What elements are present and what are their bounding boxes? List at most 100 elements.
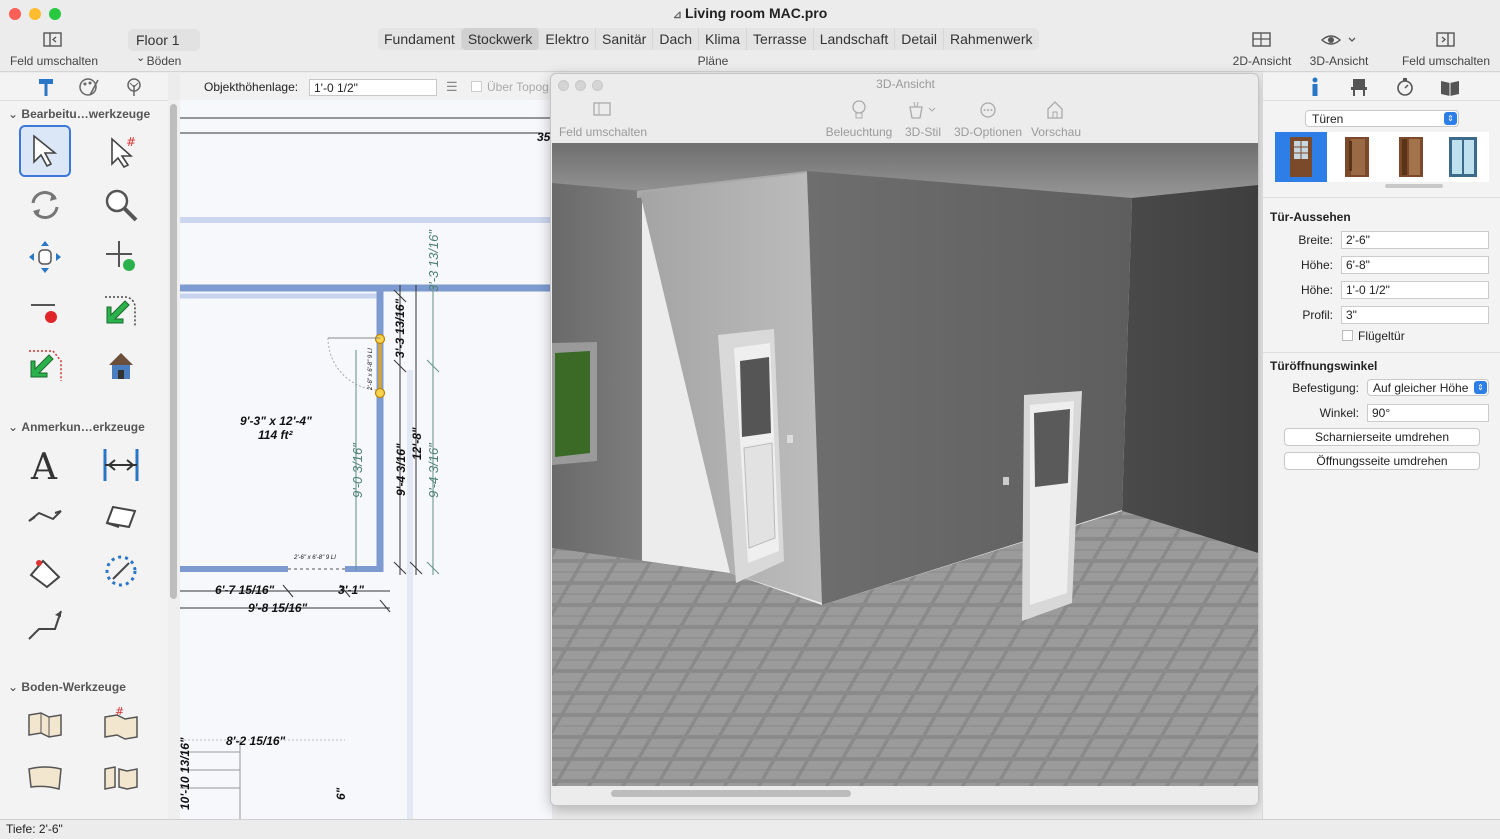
- dim-v5: 12'-8": [410, 427, 424, 460]
- delete-point-tool[interactable]: [19, 285, 71, 337]
- height-label: Objekthöhenlage:: [204, 80, 299, 94]
- door-thumb-4[interactable]: [1437, 132, 1489, 185]
- 3d-toggle-label[interactable]: Feld umschalten: [555, 125, 651, 139]
- tab-elektro[interactable]: Elektro: [539, 28, 596, 50]
- height-input[interactable]: 6'-8": [1341, 256, 1489, 274]
- callout-tool[interactable]: [95, 491, 147, 543]
- options-icon[interactable]: [980, 102, 996, 121]
- book-icon[interactable]: [1439, 77, 1461, 100]
- 2d-view-label[interactable]: 2D-Ansicht: [1225, 54, 1299, 68]
- dimension-tool[interactable]: [95, 439, 147, 491]
- section-annotation-tools[interactable]: ⌄ Anmerkun…erkzeuge: [8, 420, 145, 434]
- door-label-small-2: 2'-6" x 6'-8" 9 LI: [368, 348, 374, 390]
- curved-floor-tool[interactable]: [19, 751, 71, 803]
- tab-terrasse[interactable]: Terrasse: [747, 28, 814, 50]
- rotate-tool[interactable]: [19, 179, 71, 231]
- group-select-tool[interactable]: #: [95, 125, 147, 177]
- house-preview-icon[interactable]: [1047, 101, 1063, 122]
- stopwatch-icon[interactable]: [1395, 77, 1415, 100]
- eye-icon[interactable]: [1320, 33, 1356, 50]
- flip-opening-button[interactable]: Öffnungsseite umdrehen: [1284, 452, 1480, 470]
- wing-door-checkbox[interactable]: [1342, 330, 1353, 341]
- dim-bottom: 6": [334, 787, 348, 800]
- floor-tool[interactable]: [19, 699, 71, 751]
- add-point-tool[interactable]: [95, 231, 147, 283]
- corner-arrow-red-icon: [29, 350, 62, 381]
- tab-rahmenwerk[interactable]: Rahmenwerk: [944, 28, 1038, 50]
- preview-label[interactable]: Vorschau: [1027, 125, 1085, 139]
- height2-input[interactable]: 1'-0 1/2": [1341, 281, 1489, 299]
- marker-tool[interactable]: [19, 545, 71, 597]
- house-tool[interactable]: [95, 339, 147, 391]
- corner-arrow-icon: [105, 296, 136, 327]
- flip-hinge-button[interactable]: Scharnierseite umdrehen: [1284, 428, 1480, 446]
- dimension-icon: [103, 449, 139, 481]
- section-edit-tools[interactable]: ⌄ Bearbeitu…werkzeuge: [8, 107, 150, 121]
- tab-dach[interactable]: Dach: [653, 28, 700, 50]
- select-tool[interactable]: [19, 125, 71, 177]
- 2d-view-icon[interactable]: [1252, 32, 1272, 51]
- leader-tool[interactable]: [19, 599, 71, 651]
- width-input[interactable]: 2'-6": [1341, 231, 1489, 249]
- tab-detail[interactable]: Detail: [895, 28, 945, 50]
- profile-input[interactable]: 3": [1341, 306, 1489, 324]
- room-area-label: 114 ft²: [258, 428, 293, 442]
- pan-tool[interactable]: [19, 231, 71, 283]
- tab-sanit-r[interactable]: Sanitär: [596, 28, 654, 50]
- 3d-scrollbar-thumb[interactable]: [611, 790, 851, 797]
- tools-panel-scrollbar[interactable]: [168, 100, 180, 819]
- door-thumb-selected[interactable]: [1275, 132, 1327, 182]
- height-input[interactable]: 1'-0 1/2": [309, 79, 437, 96]
- info-icon[interactable]: [1309, 77, 1321, 100]
- text-tool[interactable]: A: [19, 439, 71, 491]
- chair-icon[interactable]: [1349, 77, 1369, 100]
- thumb-scroll[interactable]: [1385, 184, 1443, 188]
- toggle-right-label[interactable]: Feld umschalten: [1396, 54, 1496, 68]
- topo-checkbox[interactable]: [471, 81, 482, 92]
- measure-tool[interactable]: [95, 545, 147, 597]
- sidebar-toggle-left-icon[interactable]: [43, 32, 63, 51]
- 3d-horizontal-scrollbar[interactable]: [551, 786, 1258, 805]
- category-select[interactable]: Türen ⇕: [1305, 110, 1459, 127]
- floors-label: Böden: [146, 54, 182, 68]
- toggle-left-label[interactable]: Feld umschalten: [0, 54, 108, 68]
- fillet-tool[interactable]: [95, 285, 147, 337]
- tab-fundament[interactable]: Fundament: [378, 28, 462, 50]
- door-thumb-3[interactable]: [1385, 132, 1437, 185]
- brush-cup-icon[interactable]: [907, 101, 939, 122]
- attach-label: Befestigung:: [1292, 381, 1359, 395]
- wing-door-label: Flügeltür: [1358, 329, 1405, 343]
- list-icon[interactable]: ☰: [446, 79, 458, 95]
- marker-arrow-icon: [29, 559, 61, 589]
- floor-select[interactable]: Floor 1 ⌄: [128, 29, 200, 64]
- height-input-value: 1'-0 1/2": [314, 81, 358, 95]
- 3d-render-viewport[interactable]: [552, 143, 1258, 786]
- title-bar: ⊿ Living room MAC.pro: [0, 0, 1500, 26]
- 3d-view-label[interactable]: 3D-Ansicht: [1302, 54, 1376, 68]
- palette-icon[interactable]: [78, 77, 100, 100]
- angle-input[interactable]: 90°: [1367, 404, 1489, 422]
- 3d-style-label[interactable]: 3D-Stil: [897, 125, 949, 139]
- lightbulb-icon[interactable]: [851, 100, 867, 123]
- zoom-tool[interactable]: [95, 179, 147, 231]
- floor-edit-tool[interactable]: #: [95, 699, 147, 751]
- tab-landschaft[interactable]: Landschaft: [814, 28, 896, 50]
- tab-stockwerk[interactable]: Stockwerk: [461, 28, 540, 50]
- scrollbar-thumb[interactable]: [170, 104, 177, 599]
- arrow-tool[interactable]: [19, 491, 71, 543]
- break-tool[interactable]: [19, 339, 71, 391]
- hammer-icon[interactable]: [36, 77, 56, 100]
- tab-klima[interactable]: Klima: [699, 28, 748, 50]
- door-thumb-2[interactable]: [1331, 132, 1383, 185]
- plan-canvas[interactable]: 35 9'-3" x 12'-4" 114 ft² 3'-3 13/16" 3'…: [180, 100, 552, 819]
- 3d-options-label[interactable]: 3D-Optionen: [949, 125, 1027, 139]
- sidebar-toggle-right-icon[interactable]: [1436, 32, 1456, 51]
- chevron-down-icon: ⌄: [8, 420, 19, 434]
- section-floor-tools[interactable]: ⌄ Boden-Werkzeuge: [8, 680, 126, 694]
- split-floor-tool[interactable]: [95, 751, 147, 803]
- lighting-label[interactable]: Beleuchtung: [821, 125, 897, 139]
- 3d-toggle-icon[interactable]: [593, 102, 611, 120]
- attach-select[interactable]: Auf gleicher Höhe ⇕: [1367, 379, 1489, 396]
- tree-icon[interactable]: [124, 77, 144, 100]
- 3d-view-window[interactable]: 3D-Ansicht Feld umschalten Beleuchtung 3…: [550, 73, 1259, 806]
